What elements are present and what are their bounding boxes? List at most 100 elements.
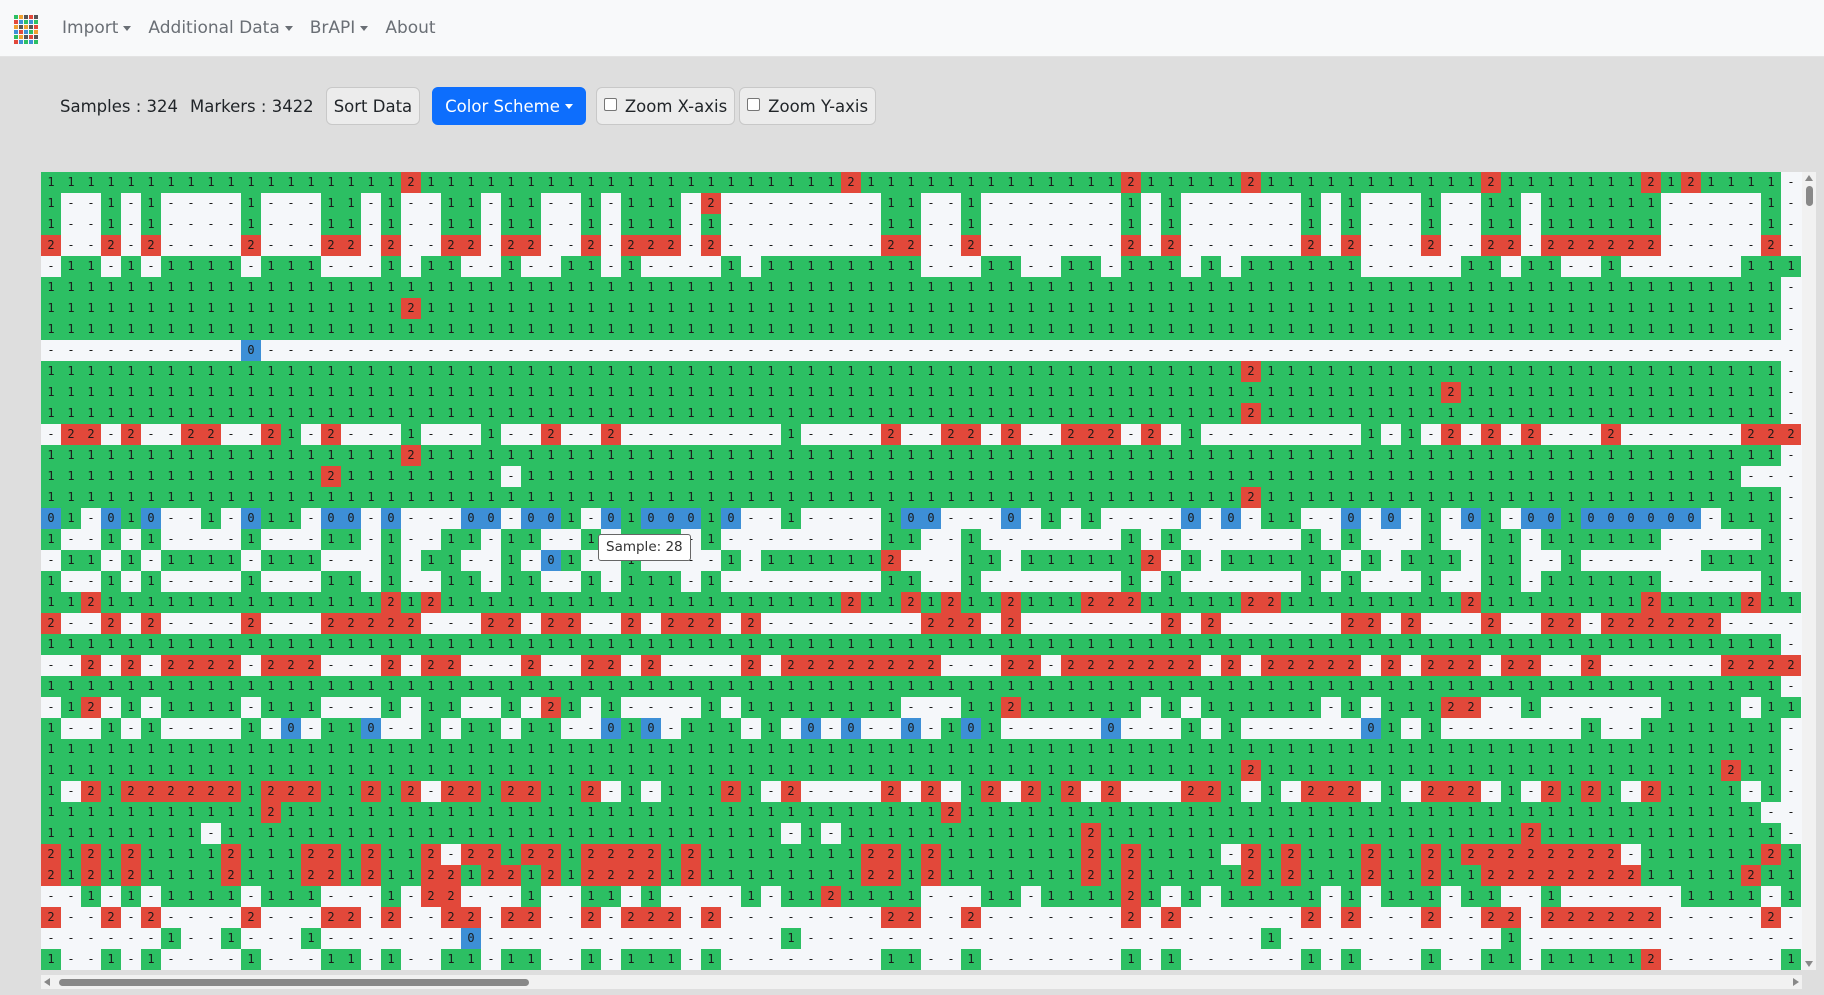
genotype-cell[interactable]: 1: [921, 802, 941, 823]
genotype-cell[interactable]: 1: [61, 634, 81, 655]
genotype-cell[interactable]: -: [1281, 613, 1301, 634]
genotype-cell[interactable]: -: [761, 907, 781, 928]
genotype-cell[interactable]: 1: [1641, 466, 1661, 487]
genotype-cell[interactable]: -: [1781, 298, 1801, 319]
genotype-cell[interactable]: 1: [1501, 823, 1521, 844]
genotype-cell[interactable]: 1: [921, 298, 941, 319]
genotype-cell[interactable]: -: [741, 907, 761, 928]
genotype-cell[interactable]: 1: [981, 403, 1001, 424]
genotype-cell[interactable]: 1: [1441, 592, 1461, 613]
genotype-cell[interactable]: 1: [1141, 445, 1161, 466]
genotype-cell[interactable]: 1: [261, 403, 281, 424]
genotype-cell[interactable]: 1: [501, 844, 521, 865]
genotype-cell[interactable]: 1: [1041, 865, 1061, 886]
horizontal-scrollbar[interactable]: [41, 975, 1802, 989]
genotype-cell[interactable]: 1: [1281, 445, 1301, 466]
genotype-cell[interactable]: -: [1161, 550, 1181, 571]
genotype-cell[interactable]: 1: [781, 802, 801, 823]
genotype-cell[interactable]: 2: [1381, 655, 1401, 676]
genotype-cell[interactable]: -: [501, 928, 521, 949]
genotype-cell[interactable]: 2: [1461, 592, 1481, 613]
genotype-cell[interactable]: 1: [1421, 487, 1441, 508]
genotype-cell[interactable]: 2: [161, 781, 181, 802]
genotype-cell[interactable]: 1: [541, 298, 561, 319]
genotype-cell[interactable]: 1: [1381, 844, 1401, 865]
genotype-cell[interactable]: 1: [181, 298, 201, 319]
genotype-cell[interactable]: 1: [1281, 760, 1301, 781]
genotype-cell[interactable]: 1: [1441, 466, 1461, 487]
genotype-cell[interactable]: -: [1321, 340, 1341, 361]
genotype-cell[interactable]: 1: [1641, 676, 1661, 697]
genotype-cell[interactable]: 2: [221, 865, 241, 886]
genotype-cell[interactable]: 1: [461, 403, 481, 424]
genotype-cell[interactable]: -: [201, 928, 221, 949]
genotype-cell[interactable]: -: [1201, 214, 1221, 235]
genotype-cell[interactable]: -: [61, 613, 81, 634]
genotype-cell[interactable]: -: [421, 214, 441, 235]
genotype-cell[interactable]: 1: [1061, 256, 1081, 277]
genotype-cell[interactable]: -: [141, 424, 161, 445]
genotype-cell[interactable]: 1: [301, 928, 321, 949]
genotype-cell[interactable]: -: [201, 571, 221, 592]
genotype-cell[interactable]: 1: [481, 445, 501, 466]
genotype-cell[interactable]: 1: [1401, 865, 1421, 886]
genotype-cell[interactable]: 1: [1041, 277, 1061, 298]
genotype-cell[interactable]: -: [1221, 235, 1241, 256]
genotype-cell[interactable]: 1: [1641, 571, 1661, 592]
genotype-cell[interactable]: 1: [1761, 529, 1781, 550]
genotype-cell[interactable]: 1: [1241, 277, 1261, 298]
genotype-cell[interactable]: 0: [461, 508, 481, 529]
genotype-cell[interactable]: -: [1381, 907, 1401, 928]
genotype-cell[interactable]: 1: [221, 634, 241, 655]
genotype-cell[interactable]: -: [1321, 613, 1341, 634]
genotype-cell[interactable]: 1: [1561, 487, 1581, 508]
genotype-cell[interactable]: -: [1721, 949, 1741, 970]
genotype-cell[interactable]: -: [1521, 571, 1541, 592]
genotype-cell[interactable]: -: [1781, 529, 1801, 550]
genotype-cell[interactable]: 1: [1201, 802, 1221, 823]
genotype-cell[interactable]: 1: [1261, 760, 1281, 781]
genotype-cell[interactable]: 1: [1541, 886, 1561, 907]
genotype-cell[interactable]: -: [1101, 529, 1121, 550]
genotype-cell[interactable]: 1: [1721, 319, 1741, 340]
genotype-cell[interactable]: 1: [961, 676, 981, 697]
genotype-cell[interactable]: 1: [901, 571, 921, 592]
genotype-cell[interactable]: 1: [1681, 718, 1701, 739]
genotype-cell[interactable]: 1: [1381, 403, 1401, 424]
genotype-cell[interactable]: 1: [241, 739, 261, 760]
genotype-cell[interactable]: 1: [1101, 298, 1121, 319]
genotype-cell[interactable]: -: [861, 571, 881, 592]
genotype-cell[interactable]: 0: [1581, 508, 1601, 529]
genotype-cell[interactable]: 1: [961, 571, 981, 592]
genotype-cell[interactable]: -: [1401, 193, 1421, 214]
genotype-cell[interactable]: 1: [121, 172, 141, 193]
genotype-cell[interactable]: -: [841, 781, 861, 802]
genotype-cell[interactable]: 1: [321, 445, 341, 466]
genotype-cell[interactable]: -: [161, 613, 181, 634]
genotype-cell[interactable]: -: [1781, 676, 1801, 697]
genotype-cell[interactable]: -: [1381, 424, 1401, 445]
genotype-cell[interactable]: 1: [781, 865, 801, 886]
genotype-cell[interactable]: -: [761, 193, 781, 214]
genotype-cell[interactable]: 1: [1421, 361, 1441, 382]
genotype-cell[interactable]: 1: [721, 361, 741, 382]
genotype-cell[interactable]: -: [281, 214, 301, 235]
genotype-cell[interactable]: 1: [541, 823, 561, 844]
genotype-cell[interactable]: 1: [241, 361, 261, 382]
genotype-cell[interactable]: 1: [861, 298, 881, 319]
genotype-cell[interactable]: 1: [221, 319, 241, 340]
genotype-cell[interactable]: 1: [1641, 865, 1661, 886]
genotype-cell[interactable]: 1: [1581, 634, 1601, 655]
genotype-cell[interactable]: -: [1781, 634, 1801, 655]
genotype-cell[interactable]: 1: [941, 172, 961, 193]
genotype-cell[interactable]: 2: [1481, 424, 1501, 445]
genotype-cell[interactable]: -: [281, 613, 301, 634]
genotype-cell[interactable]: 2: [61, 424, 81, 445]
genotype-cell[interactable]: 1: [1481, 403, 1501, 424]
genotype-cell[interactable]: 1: [541, 172, 561, 193]
genotype-cell[interactable]: 1: [161, 886, 181, 907]
genotype-cell[interactable]: -: [201, 193, 221, 214]
genotype-cell[interactable]: -: [1401, 655, 1421, 676]
genotype-cell[interactable]: 1: [541, 739, 561, 760]
genotype-cell[interactable]: -: [661, 424, 681, 445]
